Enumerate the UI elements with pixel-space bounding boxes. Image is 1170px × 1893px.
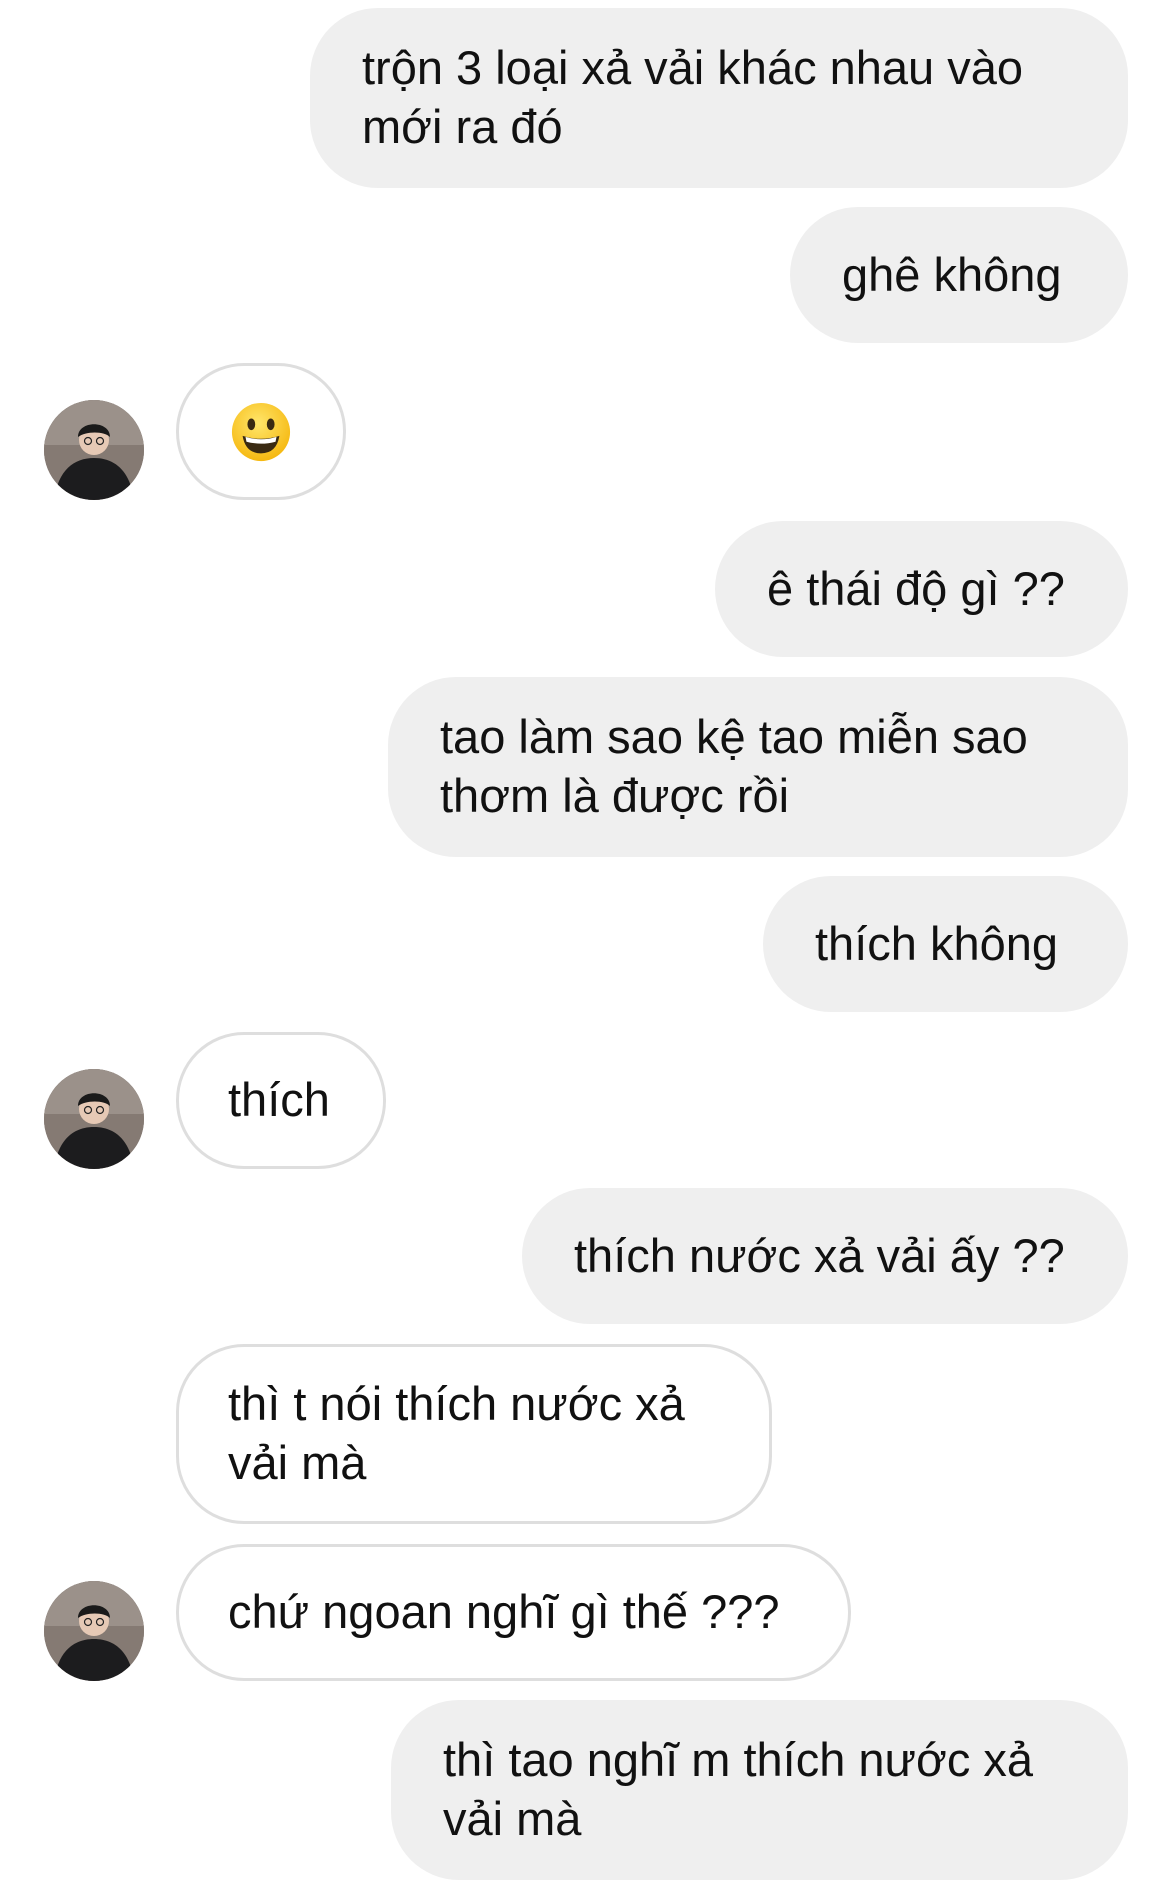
outgoing-message-bubble[interactable]: ghê không [790,207,1128,343]
incoming-message-bubble[interactable]: thích [176,1032,386,1169]
incoming-message-bubble[interactable]: chứ ngoan nghĩ gì thế ??? [176,1544,851,1681]
message-text: tao làm sao kệ tao miễn sao thơm là được… [440,710,1028,822]
outgoing-message-bubble[interactable]: ê thái độ gì ?? [715,521,1128,657]
outgoing-message-bubble[interactable]: thích không [763,876,1128,1012]
outgoing-message-bubble[interactable]: thì tao nghĩ m thích nước xả vải mà [391,1700,1128,1880]
contact-avatar[interactable] [44,1581,144,1681]
contact-avatar[interactable] [44,400,144,500]
message-text: thích [228,1073,330,1126]
message-text: ê thái độ gì ?? [767,562,1065,615]
message-text: thích không [815,917,1059,970]
message-text: trộn 3 loại xả vải khác nhau vào mới ra … [362,41,1024,153]
incoming-message-bubble[interactable] [176,363,346,500]
incoming-message-bubble[interactable]: thì t nói thích nước xả vải mà [176,1344,772,1524]
message-text: chứ ngoan nghĩ gì thế ??? [228,1585,780,1638]
message-text: thích nước xả vải ấy ?? [574,1229,1065,1282]
outgoing-message-bubble[interactable]: trộn 3 loại xả vải khác nhau vào mới ra … [310,8,1128,188]
grinning-face-icon [230,401,292,463]
contact-avatar[interactable] [44,1069,144,1169]
message-text: thì t nói thích nước xả vải mà [228,1377,685,1489]
message-text: ghê không [842,248,1062,301]
outgoing-message-bubble[interactable]: tao làm sao kệ tao miễn sao thơm là được… [388,677,1128,857]
outgoing-message-bubble[interactable]: thích nước xả vải ấy ?? [522,1188,1128,1324]
message-text: thì tao nghĩ m thích nước xả vải mà [443,1733,1034,1845]
